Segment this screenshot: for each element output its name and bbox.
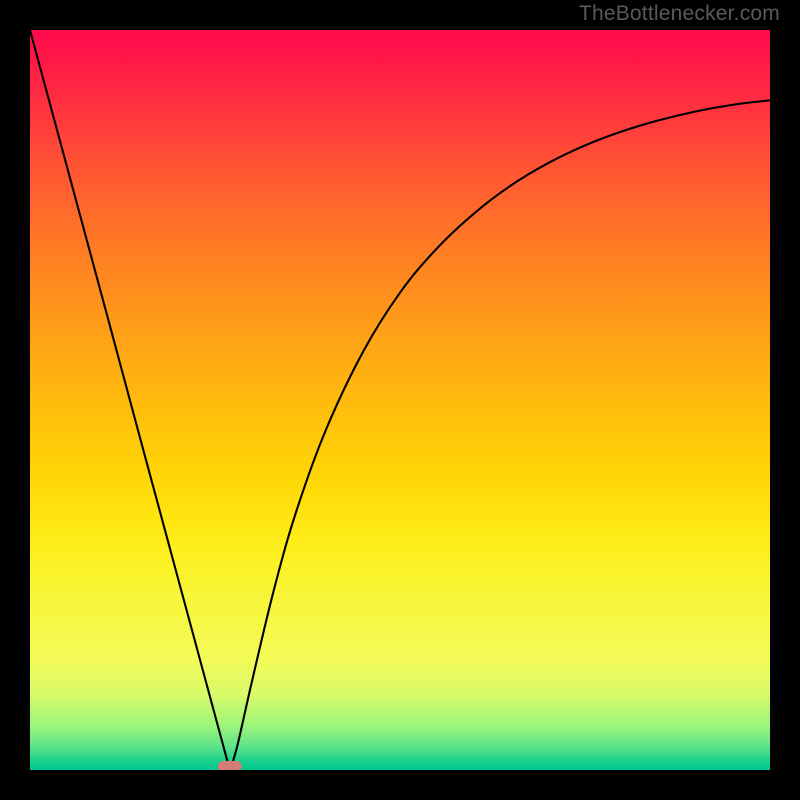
attribution-text: TheBottlenecker.com (579, 2, 780, 26)
curve-svg (30, 30, 770, 770)
curve-right-segment (230, 100, 770, 770)
chart-frame: TheBottlenecker.com (0, 0, 800, 800)
curve-left-segment (30, 30, 230, 770)
minimum-marker (218, 761, 242, 770)
plot-area (30, 30, 770, 770)
